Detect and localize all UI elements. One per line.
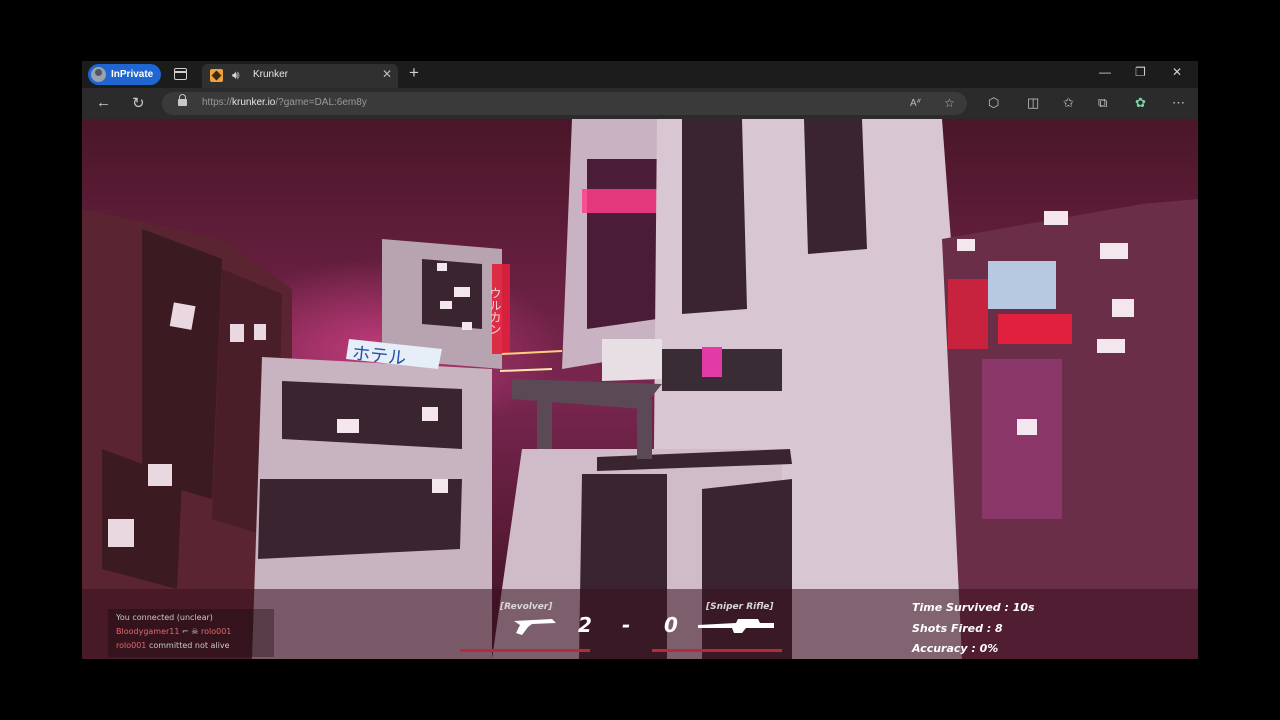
address-bar[interactable]: https://krunker.io/?game=DAL:6em8y Aᐥ ☆: [162, 92, 967, 115]
inprivate-button[interactable]: InPrivate: [88, 64, 162, 85]
tab-krunker[interactable]: 🔊︎ Krunker ✕: [202, 64, 398, 88]
plus-icon[interactable]: +: [409, 63, 419, 83]
window-close-icon[interactable]: ✕: [1172, 65, 1182, 79]
score-separator: -: [622, 613, 631, 637]
close-icon[interactable]: ✕: [382, 67, 392, 81]
url-text[interactable]: https://krunker.io/?game=DAL:6em8y: [202, 97, 367, 108]
address-bar-row: ← ↻ https://krunker.io/?game=DAL:6em8y A…: [82, 88, 1198, 119]
refresh-icon[interactable]: ↻: [132, 94, 145, 112]
inprivate-label: InPrivate: [111, 69, 154, 80]
lock-icon[interactable]: [178, 94, 187, 106]
tab-bar: InPrivate 🔊︎ Krunker ✕ + — ❐ ✕: [82, 61, 1198, 88]
team-score-bar: [452, 649, 802, 653]
right-weapon-label: [Sniper Rifle]: [706, 602, 774, 612]
copilot-icon[interactable]: ✿: [1135, 95, 1146, 111]
profile-avatar-icon: [91, 67, 106, 82]
shots-fired: Shots Fired : 8: [912, 622, 1003, 635]
sniper-rifle-icon: [698, 619, 774, 633]
pistol-icon: ⌐ ☠: [182, 627, 199, 636]
game-scene: ホテル ウルカン: [82, 119, 1198, 659]
left-weapon-label: [Revolver]: [500, 602, 553, 612]
kill-feed-entry: rolo001 committed not alive: [116, 641, 230, 650]
tab-title: Krunker: [253, 69, 289, 80]
krunker-favicon-icon: [210, 69, 223, 82]
minimize-icon[interactable]: —: [1099, 65, 1111, 79]
score-right: 0: [664, 613, 678, 637]
score-left: 2: [578, 613, 592, 637]
revolver-icon: [514, 619, 556, 635]
kill-feed-entry: Bloodygamer11 ⌐ ☠ rolo001: [116, 627, 232, 636]
puzzle-icon[interactable]: ⬡: [988, 95, 999, 111]
time-survived: Time Survived : 10s: [912, 601, 1035, 614]
accuracy: Accuracy : 0%: [912, 642, 999, 655]
more-icon[interactable]: ⋯: [1172, 95, 1185, 111]
kill-feed: You connected (unclear) Bloodygamer11 ⌐ …: [108, 609, 274, 657]
tab-actions-icon[interactable]: [174, 68, 187, 80]
restore-icon[interactable]: ❐: [1135, 65, 1146, 79]
star-icon[interactable]: ☆: [944, 96, 955, 110]
browser-window: InPrivate 🔊︎ Krunker ✕ + — ❐ ✕ ← ↻ https…: [82, 61, 1198, 659]
speaker-icon[interactable]: 🔊︎: [232, 68, 240, 83]
game-viewport[interactable]: ホテル ウルカン You connected (unclear) Bloodyg…: [82, 119, 1198, 659]
vertical-neon-sign: ウルカン: [488, 287, 502, 335]
favorites-icon[interactable]: ✩: [1063, 95, 1074, 111]
split-screen-icon[interactable]: ◫: [1027, 95, 1039, 111]
read-aloud-icon[interactable]: Aᐥ: [910, 98, 921, 109]
back-arrow-icon[interactable]: ←: [96, 94, 111, 111]
kill-feed-entry: You connected (unclear): [116, 613, 213, 622]
collections-icon[interactable]: ⧉: [1098, 95, 1107, 111]
